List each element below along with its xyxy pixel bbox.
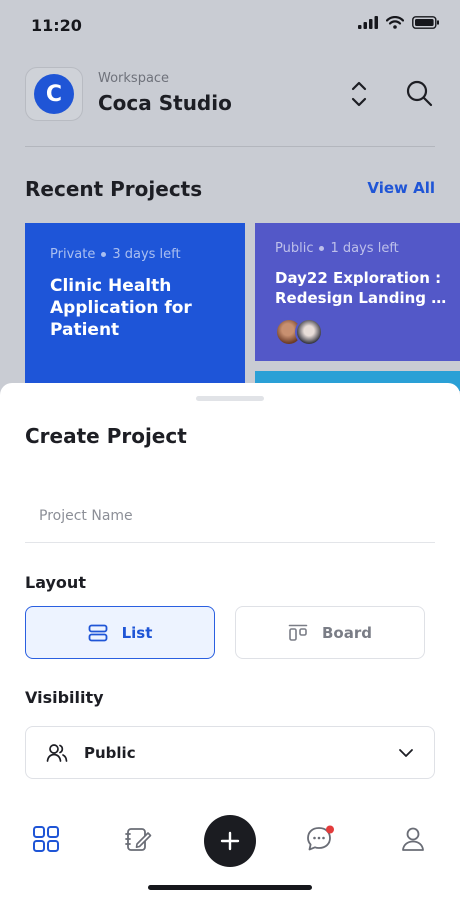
tab-profile[interactable] [398,824,428,854]
visibility-value: Public [84,743,136,762]
add-project-button[interactable] [204,815,256,867]
project-name-input[interactable] [25,489,435,543]
project-title-line: Redesign Landing Page [275,289,455,307]
wifi-icon [386,16,404,29]
project-title: Day22 Exploration : Redesign Landing Pag… [275,268,455,308]
project-meta: Public 1 days left [275,241,399,256]
status-time: 11:20 [31,16,82,35]
tab-home[interactable] [31,824,61,854]
layout-board-label: Board [322,623,372,642]
project-title: Clinic Health Application for Patient [50,276,192,340]
separator-dot [319,246,325,251]
project-meta: Private 3 days left [50,247,181,262]
sheet-title: Create Project [25,424,187,448]
project-visibility: Private [50,247,96,262]
chat-icon [307,825,334,851]
separator-dot [101,252,107,257]
status-icons [358,16,440,29]
board-layout-icon [288,624,308,641]
tab-notes[interactable] [123,824,153,854]
bottom-tab-bar [0,812,460,867]
workspace-name[interactable]: Coca Studio [98,91,232,115]
grid-icon [33,826,59,852]
project-title-line: Day22 Exploration : [275,269,442,287]
profile-icon [402,827,424,851]
plus-icon [220,831,240,851]
project-visibility: Public [275,241,314,256]
layout-board-option[interactable]: Board [235,606,425,659]
project-due: 1 days left [330,241,399,256]
logo-badge: C [34,74,74,114]
list-layout-icon [88,624,107,641]
sheet-drag-handle[interactable] [196,396,264,401]
cellular-signal-icon [358,16,378,29]
recent-projects-title: Recent Projects [25,177,203,201]
battery-icon [412,16,439,29]
member-avatars [275,318,323,346]
search-icon[interactable] [404,78,434,108]
layout-list-option[interactable]: List [25,606,215,659]
project-card[interactable]: Public 1 days left Day22 Exploration : R… [255,223,460,361]
visibility-select[interactable]: Public [25,726,435,779]
tab-chat[interactable] [305,824,335,854]
notification-dot [326,825,334,834]
project-card[interactable]: Private 3 days left Clinic Health Applic… [25,223,245,393]
chevron-up-down-icon[interactable] [346,79,372,109]
status-bar: 11:20 [0,0,460,52]
notes-icon [125,828,152,851]
chevron-down-icon [399,748,413,757]
header-divider [25,146,435,147]
visibility-label: Visibility [25,688,104,707]
users-icon [46,743,68,762]
avatar [295,318,323,346]
layout-list-label: List [121,623,153,642]
workspace-label: Workspace [98,71,170,86]
home-indicator [148,885,312,890]
view-all-link[interactable]: View All [367,179,435,197]
workspace-logo[interactable]: C [25,67,83,121]
project-due: 3 days left [112,247,181,262]
layout-label: Layout [25,573,86,592]
